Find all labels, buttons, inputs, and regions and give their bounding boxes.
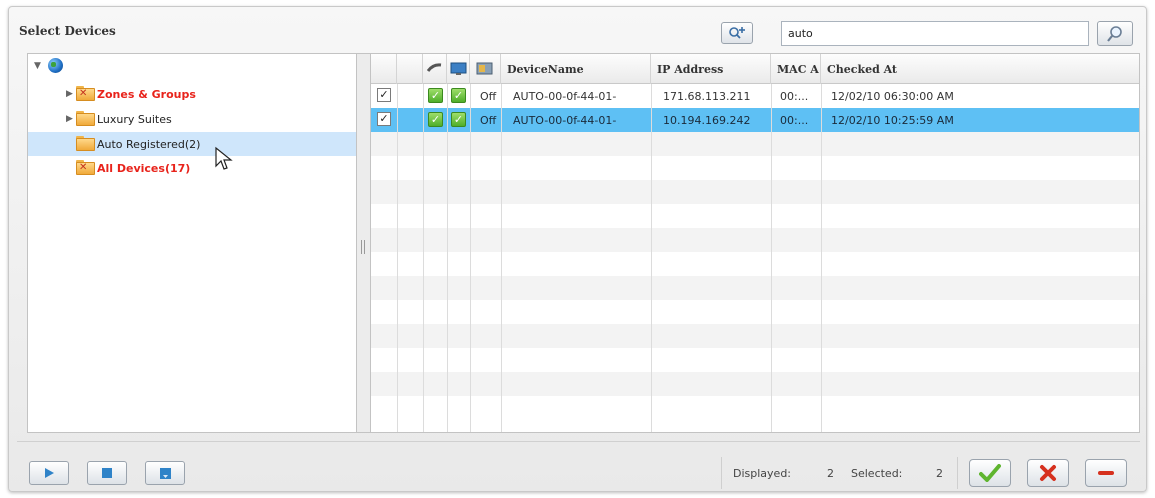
checked-at-cell: 12/02/10 10:25:59 AM (831, 114, 954, 127)
empty-row (371, 396, 1139, 420)
remove-button[interactable] (1085, 459, 1127, 487)
column-divider (501, 54, 502, 432)
globe-icon (48, 58, 63, 73)
power-cell: Off (480, 114, 497, 127)
tree-item-zones-groups[interactable]: ▶ ✕ Zones & Groups (28, 82, 356, 106)
mac-cell: 00:... (780, 90, 809, 103)
checked-at-cell: 12/02/10 06:30:00 AM (831, 90, 954, 103)
empty-row (371, 180, 1139, 204)
header-power[interactable] (470, 54, 501, 84)
status-divider (721, 457, 722, 489)
empty-row (371, 324, 1139, 348)
tree-item-label: Auto Registered(2) (97, 138, 201, 151)
empty-row (371, 276, 1139, 300)
add-device-button[interactable] (721, 22, 753, 44)
empty-row (371, 348, 1139, 372)
save-button[interactable] (145, 461, 185, 485)
device-name-cell: AUTO-00-0f-44-01- (513, 90, 617, 103)
empty-row (371, 300, 1139, 324)
stop-button[interactable] (87, 461, 127, 485)
devices-grid: ✓ ✓ ✓ Off AUTO-00-0f-44-01- 171.68.113.2… (370, 53, 1140, 433)
displayed-label: Displayed: (733, 467, 792, 480)
tree-item-label: All Devices(17) (97, 162, 191, 175)
play-icon (45, 468, 54, 478)
network-cable-icon (426, 63, 442, 72)
power-cell: Off (480, 90, 497, 103)
folder-icon (76, 111, 95, 126)
status-check-icon: ✓ (451, 112, 466, 127)
empty-row (371, 372, 1139, 396)
search-icon (1107, 25, 1122, 42)
collapsed-arrow-icon[interactable]: ▶ (66, 114, 73, 124)
selected-count: 2 (936, 467, 943, 480)
collapsed-arrow-icon[interactable]: ▶ (66, 89, 73, 99)
header-display[interactable] (447, 54, 470, 84)
status-check-icon: ✓ (451, 88, 466, 103)
device-name-cell: AUTO-00-0f-44-01- (513, 114, 617, 127)
search-button[interactable] (1097, 21, 1133, 46)
confirm-button[interactable] (969, 459, 1011, 487)
ip-cell: 10.194.169.242 (663, 114, 751, 127)
row-select-checkbox[interactable]: ✓ (377, 112, 391, 126)
tree-item-auto-registered[interactable]: Auto Registered(2) (28, 132, 356, 156)
ip-cell: 171.68.113.211 (663, 90, 751, 103)
device-tree: ▼ ▶ ✕ Zones & Groups ▶ Luxury Suites Aut… (27, 53, 357, 433)
empty-row (371, 252, 1139, 276)
pane-splitter[interactable] (357, 53, 370, 433)
row-select-checkbox[interactable]: ✓ (377, 88, 391, 102)
save-icon (159, 467, 171, 479)
tree-root[interactable]: ▼ (28, 54, 356, 78)
folder-icon (76, 136, 95, 151)
header-device-name[interactable]: DeviceName (501, 54, 651, 84)
monitor-icon (450, 62, 467, 75)
column-divider (771, 54, 772, 432)
column-divider (821, 54, 822, 432)
column-divider (651, 54, 652, 432)
screen-power-icon (476, 62, 493, 75)
status-check-icon: ✓ (428, 88, 443, 103)
minus-icon (1098, 471, 1114, 475)
stop-icon (102, 468, 112, 478)
search-input[interactable] (781, 21, 1089, 46)
header-blank[interactable] (397, 54, 423, 84)
selected-label: Selected: (851, 467, 903, 480)
column-divider (447, 54, 448, 432)
add-device-icon (729, 27, 745, 39)
column-divider (397, 54, 398, 432)
folder-icon: ✕ (76, 86, 95, 101)
dialog-title: Select Devices (19, 24, 116, 38)
tree-item-all-devices[interactable]: ✕ All Devices(17) (28, 156, 356, 180)
table-row[interactable]: ✓ ✓ ✓ Off AUTO-00-0f-44-01- 171.68.113.2… (371, 84, 1139, 108)
status-check-icon: ✓ (428, 112, 443, 127)
folder-icon: ✕ (76, 160, 95, 175)
header-mac[interactable]: MAC A (771, 54, 821, 84)
empty-row (371, 132, 1139, 156)
displayed-count: 2 (827, 467, 834, 480)
status-divider (957, 457, 958, 489)
close-icon (1040, 465, 1056, 481)
header-network[interactable] (423, 54, 447, 84)
mac-cell: 00:... (780, 114, 809, 127)
grid-header: DeviceName IP Address MAC A Checked At (371, 54, 1139, 84)
mouse-cursor-icon (215, 146, 233, 170)
column-divider (470, 54, 471, 432)
play-button[interactable] (29, 461, 69, 485)
splitter-grip[interactable] (361, 240, 365, 254)
table-row-selected[interactable]: ✓ ✓ ✓ Off AUTO-00-0f-44-01- 10.194.169.2… (371, 108, 1139, 132)
tree-item-label: Luxury Suites (97, 113, 172, 126)
tree-item-label: Zones & Groups (97, 88, 196, 101)
empty-row (371, 204, 1139, 228)
header-select[interactable] (371, 54, 397, 84)
tree-item-luxury-suites[interactable]: ▶ Luxury Suites (28, 107, 356, 131)
column-divider (423, 54, 424, 432)
expand-arrow-icon[interactable]: ▼ (34, 61, 41, 71)
select-devices-dialog: Select Devices ▼ ▶ ✕ Zones & Groups ▶ Lu (8, 6, 1147, 492)
footer-divider (17, 441, 1140, 442)
header-checked-at[interactable]: Checked At (821, 54, 1139, 84)
cancel-button[interactable] (1027, 459, 1069, 487)
empty-row (371, 156, 1139, 180)
header-ip-address[interactable]: IP Address (651, 54, 771, 84)
empty-row (371, 228, 1139, 252)
confirm-icon (979, 464, 1001, 482)
